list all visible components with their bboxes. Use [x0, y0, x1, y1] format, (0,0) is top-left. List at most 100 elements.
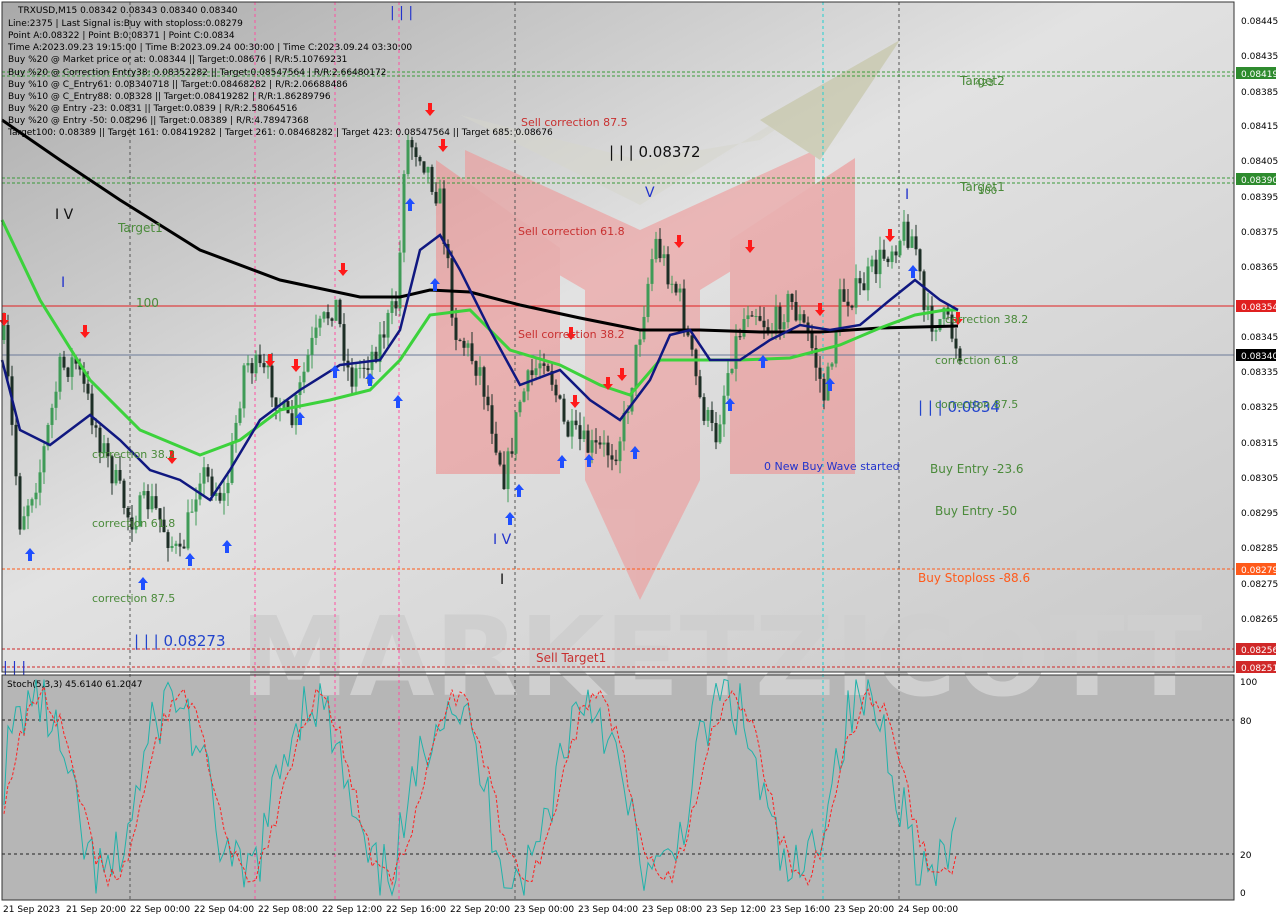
price-tick: 0.08415: [1241, 122, 1278, 132]
time-tick: 23 Sep 04:00: [578, 905, 638, 915]
candle-body: [402, 174, 406, 253]
candle-body: [330, 318, 334, 321]
candle-body: [426, 166, 430, 173]
candle-body: [238, 408, 242, 423]
candle-body: [794, 301, 798, 321]
info-line: Buy %20 @ Entry -23: 0.0831 || Target:0.…: [8, 104, 298, 114]
candle-body: [38, 472, 42, 493]
candle-body: [518, 401, 522, 413]
candle-body: [266, 365, 270, 368]
price-tick: 0.08305: [1241, 474, 1278, 484]
candle-body: [638, 339, 642, 345]
sell-correction-382-label: Sell correction 38.2: [518, 328, 625, 341]
candle-body: [730, 368, 734, 374]
candle-body: [22, 516, 26, 530]
candle-body: [606, 442, 610, 456]
wave-i-bottom-label: I: [500, 572, 504, 588]
candle-body: [614, 459, 618, 462]
candle-body: [594, 440, 598, 443]
label-423: 423: [975, 78, 994, 89]
candle-body: [802, 314, 806, 323]
wave-i-left-label: I: [61, 275, 65, 291]
candle-body: [62, 356, 66, 368]
candle-body: [290, 413, 294, 426]
buy-entry-50-label: Buy Entry -50: [935, 504, 1017, 518]
candle-body: [306, 354, 310, 372]
candle-body: [574, 420, 578, 426]
new-buy-wave-label: 0 New Buy Wave started: [764, 460, 900, 473]
candle-body: [438, 188, 442, 204]
candle-body: [174, 543, 178, 546]
candle-body: [466, 343, 470, 348]
info-line: Time A:2023.09.23 19:15:00 | Time B:2023…: [7, 43, 412, 53]
candle-body: [714, 422, 718, 443]
candle-body: [762, 320, 766, 328]
time-tick: 23 Sep 00:00: [514, 905, 574, 915]
candle-body: [318, 318, 322, 328]
candle-body: [366, 368, 370, 370]
candle-body: [842, 289, 846, 302]
candle-body: [790, 293, 794, 302]
price-tag-t1-text: 0.08419: [1241, 70, 1278, 80]
candle-body: [542, 363, 546, 366]
candle-body: [262, 363, 266, 368]
label-100: 100: [136, 296, 159, 310]
time-tick: 22 Sep 04:00: [194, 905, 254, 915]
candle-body: [362, 367, 366, 369]
wave-i-right-label: I: [905, 187, 909, 203]
sell-correction-618-label: Sell correction 61.8: [518, 225, 625, 238]
candle-body: [350, 367, 354, 387]
wave-iii-top-label: | | |: [390, 5, 413, 21]
price-tag-t6-text: 0.08256: [1241, 646, 1278, 656]
candle-body: [254, 354, 258, 374]
candle-body: [30, 499, 34, 506]
candle-body: [470, 343, 474, 362]
candle-body: [514, 412, 518, 454]
price-tick: 0.08325: [1241, 403, 1278, 413]
candle-body: [66, 367, 70, 377]
candle-body: [454, 317, 458, 340]
candle-body: [246, 363, 250, 366]
candle-body: [382, 334, 386, 338]
candle-body: [734, 336, 738, 369]
candle-body: [210, 476, 214, 497]
candle-body: [478, 367, 482, 376]
candle-body: [166, 532, 170, 549]
wave-iv-mid-label: I V: [493, 532, 512, 548]
candle-body: [670, 283, 674, 285]
candle-body: [618, 441, 622, 462]
candle-body: [754, 316, 758, 318]
candle-body: [414, 147, 418, 157]
candle-body: [42, 446, 46, 473]
buy-stoploss-label: Buy Stoploss -88.6: [918, 571, 1030, 585]
info-line: Buy %10 @ C_Entry88: 0.08328 || Target:0…: [8, 92, 331, 102]
chart-canvas[interactable]: MARKETZICOTT TRXUSD,M15 0.08342 0.08343 …: [0, 0, 1280, 920]
osc-level-100: 100: [1240, 678, 1257, 688]
candle-body: [170, 545, 174, 549]
candle-body: [882, 249, 886, 259]
candle-body: [722, 395, 726, 425]
candle-body: [394, 301, 398, 309]
candle-body: [694, 349, 698, 377]
info-line: Buy %20 @ Market price or at: 0.08344 ||…: [8, 55, 347, 65]
buy-entry-236-label: Buy Entry -23.6: [930, 462, 1024, 476]
candle-body: [314, 327, 318, 338]
candle-body: [798, 314, 802, 321]
candle-body: [850, 305, 854, 308]
candle-body: [218, 492, 222, 501]
candle-body: [354, 368, 358, 387]
candle-body: [150, 496, 154, 510]
candle-body: [490, 405, 494, 434]
candle-body: [34, 492, 38, 500]
candle-body: [906, 221, 910, 248]
price-tick: 0.08265: [1241, 615, 1278, 625]
candle-body: [658, 238, 662, 259]
target1-left-label: Target1: [117, 221, 163, 235]
price-tick: 0.08445: [1241, 17, 1278, 27]
candle-body: [642, 316, 646, 340]
info-line: Target100: 0.08389 || Target 161: 0.0841…: [7, 128, 553, 138]
candle-body: [758, 316, 762, 321]
candle-body: [654, 238, 658, 260]
candle-body: [822, 378, 826, 401]
candle-body: [386, 312, 390, 338]
